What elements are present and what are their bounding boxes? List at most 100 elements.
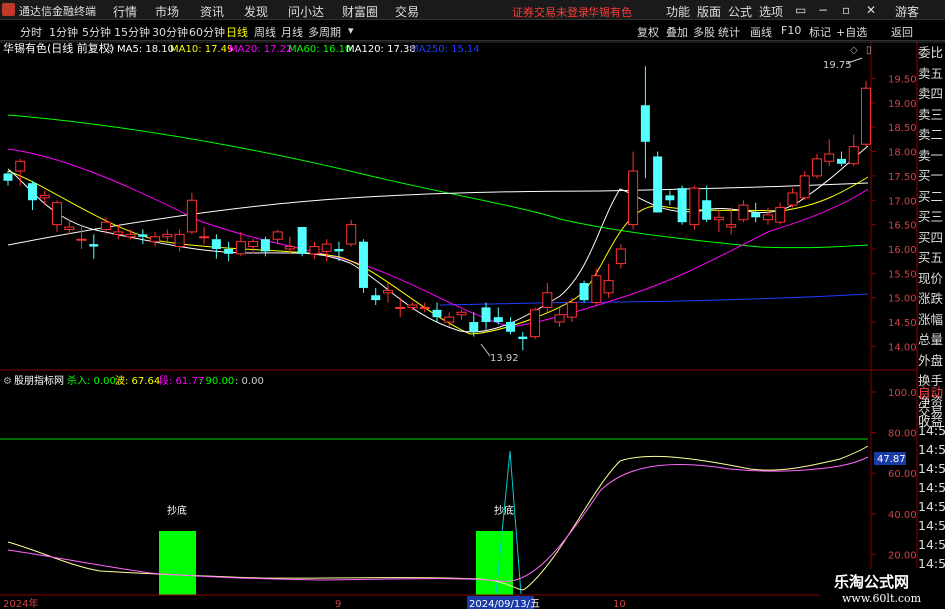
window-menu-icon[interactable]: ▭: [795, 3, 806, 17]
indicator-title: 股朋指标网: [14, 374, 64, 387]
candle: [836, 151, 846, 167]
sidebar-item[interactable]: 买四: [918, 228, 945, 249]
period-15min[interactable]: 15分钟: [114, 24, 150, 40]
candle-body-up: [15, 160, 26, 172]
menu-trade[interactable]: 交易: [395, 3, 419, 20]
candle-body-down: [481, 307, 491, 323]
candle: [506, 317, 516, 335]
candle-body-up: [272, 231, 283, 240]
close-icon[interactable]: ✕: [866, 3, 876, 17]
sidebar-item[interactable]: 涨幅: [918, 310, 945, 331]
chart-area[interactable]: 华锡有色(日线 前复权) ⚙ MA5: 18.10 MA10: 17.49 MA…: [0, 41, 945, 609]
sidebar-item[interactable]: 买三: [918, 207, 945, 228]
menu-layout[interactable]: 版面: [697, 3, 721, 20]
diamond-icon[interactable]: ◇: [850, 45, 858, 56]
back-button[interactable]: 返回: [891, 24, 913, 40]
overlay-button[interactable]: 叠加: [666, 24, 688, 40]
period-daily[interactable]: 日线: [226, 24, 248, 40]
sidebar-item[interactable]: 外盘: [918, 351, 945, 372]
candle-body-up: [382, 289, 393, 294]
stats-button[interactable]: 统计: [718, 24, 740, 40]
sidebar-item[interactable]: 卖四: [918, 84, 945, 105]
candle-body-up: [799, 175, 810, 199]
period-5min[interactable]: 5分钟: [82, 24, 111, 40]
period-30min[interactable]: 30分钟: [152, 24, 188, 40]
candle-body-up: [738, 204, 749, 221]
multi-stock-button[interactable]: 多股: [693, 24, 715, 40]
candle: [787, 188, 798, 208]
stock-name-top: 华锡有色: [588, 6, 632, 19]
trade-item[interactable]: 14:56: [918, 440, 945, 459]
minimize-icon[interactable]: −: [818, 3, 828, 17]
period-multi[interactable]: 多周期: [308, 24, 341, 40]
candle-body-up: [456, 311, 467, 316]
add-watchlist-button[interactable]: +自选: [836, 24, 867, 40]
candle: [3, 171, 13, 186]
trade-item[interactable]: 14:56: [918, 497, 945, 516]
period-monthly[interactable]: 月线: [281, 24, 303, 40]
period-1min[interactable]: 1分钟: [49, 24, 78, 40]
ma20-line: [7, 148, 869, 328]
candle-body-down: [138, 234, 148, 237]
trade-item[interactable]: 14:56: [918, 535, 945, 554]
candle: [39, 190, 50, 206]
sidebar-item[interactable]: 卖一: [918, 146, 945, 167]
menu-news[interactable]: 资讯: [200, 3, 224, 20]
menu-ask[interactable]: 问小达: [288, 3, 324, 20]
ma60-line: [7, 114, 869, 249]
guest-label[interactable]: 游客: [895, 3, 919, 20]
price-tick: 16.50: [888, 221, 917, 232]
menu-wealth[interactable]: 财富圈: [342, 3, 378, 20]
candle: [591, 268, 602, 305]
sidebar-item[interactable]: 买五: [918, 248, 945, 269]
period-weekly[interactable]: 周线: [254, 24, 276, 40]
candle-body-up: [113, 231, 124, 235]
sidebar-item[interactable]: 委比: [918, 43, 945, 64]
sidebar-item[interactable]: 买一: [918, 166, 945, 187]
maximize-icon[interactable]: ▫: [842, 3, 850, 17]
candle-body-up: [542, 292, 553, 308]
trade-item[interactable]: 14:56: [918, 478, 945, 497]
menu-options[interactable]: 选项: [759, 3, 783, 20]
f10-button[interactable]: F10: [781, 24, 801, 37]
candle-body-up: [162, 233, 173, 238]
candle: [824, 139, 835, 167]
menu-formula[interactable]: 公式: [728, 3, 752, 20]
sidebar-item[interactable]: 卖三: [918, 105, 945, 126]
sidebar-item[interactable]: 卖五: [918, 64, 945, 85]
price-tick: 18.00: [888, 148, 917, 159]
sidebar-item[interactable]: 卖二: [918, 125, 945, 146]
candle: [76, 224, 87, 249]
draw-line-button[interactable]: 画线: [750, 24, 772, 40]
app-name: 通达信金融终端: [19, 5, 96, 18]
trade-item[interactable]: 14:56: [918, 421, 945, 440]
ma120-label: MA120: 17.38: [346, 44, 416, 55]
candle-body-up: [199, 236, 210, 239]
trade-item[interactable]: 14:56: [918, 516, 945, 535]
menu-discover[interactable]: 发现: [244, 3, 268, 20]
mark-button[interactable]: 标记: [809, 24, 831, 40]
period-toolbar: 分时 1分钟 5分钟 15分钟 30分钟 60分钟 日线 周线 月线 多周期 ▾…: [0, 20, 945, 41]
candle-body-down: [260, 239, 270, 252]
trade-item[interactable]: 自动: [918, 383, 945, 402]
trade-item[interactable]: 交易: [918, 402, 945, 421]
scroll-icon[interactable]: ▯: [866, 45, 872, 56]
candle: [615, 244, 626, 269]
trade-item[interactable]: 14:56: [918, 459, 945, 478]
menu-market[interactable]: 行情: [113, 3, 137, 20]
login-warning[interactable]: 证券交易未登录: [512, 4, 589, 20]
menu-function[interactable]: 功能: [666, 3, 690, 20]
indicator-settings-icon[interactable]: ⚙: [3, 376, 12, 387]
sidebar-item[interactable]: 买二: [918, 187, 945, 208]
fuquan-button[interactable]: 复权: [637, 24, 659, 40]
candle: [371, 287, 381, 305]
sidebar-item[interactable]: 总量: [918, 330, 945, 351]
period-intraday[interactable]: 分时: [20, 24, 42, 40]
sidebar-item[interactable]: 涨跌: [918, 289, 945, 310]
period-more-icon[interactable]: ▾: [348, 24, 354, 37]
menu-exchange[interactable]: 市场: [155, 3, 179, 20]
sidebar-item[interactable]: 现价: [918, 269, 945, 290]
settings-icon[interactable]: ⚙: [106, 44, 115, 55]
period-60min[interactable]: 60分钟: [189, 24, 225, 40]
ma10-label: MA10: 17.49: [170, 44, 233, 55]
